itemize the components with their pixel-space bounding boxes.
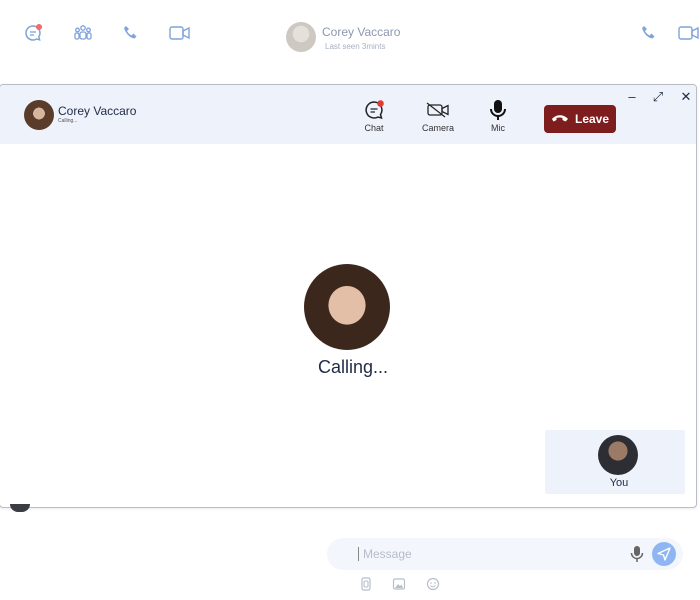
call-window: Corey Vaccaro Calling... Chat Camera Mic [0, 84, 697, 508]
send-button[interactable] [652, 542, 676, 566]
chat-icon [349, 99, 399, 121]
chat-button[interactable]: Chat [349, 99, 399, 133]
callee-avatar [304, 264, 390, 350]
app-root: Corey Vaccaro Last seen 3mints Corey Vac… [0, 0, 700, 600]
mic-label: Mic [491, 123, 505, 133]
self-video-tile[interactable]: You [545, 430, 685, 494]
people-icon[interactable] [72, 22, 94, 44]
self-label: You [609, 477, 629, 489]
leave-label: Leave [574, 112, 610, 126]
caller-status: Calling... [58, 118, 78, 124]
send-icon [657, 547, 671, 561]
caller-avatar [24, 100, 54, 130]
camera-off-icon [413, 99, 463, 121]
camera-button[interactable]: Camera [413, 99, 463, 133]
text-caret [358, 547, 359, 561]
mic-button[interactable]: Mic [473, 99, 523, 133]
expand-button[interactable]: ⤢ [650, 89, 666, 105]
video-icon[interactable] [168, 22, 192, 44]
close-button[interactable]: ✕ [678, 89, 694, 105]
background-chat-header: Corey Vaccaro Last seen 3mints [0, 0, 700, 70]
calling-status-text: Calling... [317, 357, 389, 377]
background-contact-name: Corey Vaccaro [322, 25, 401, 39]
background-avatar-peek [10, 504, 30, 512]
minimize-button[interactable]: – [624, 89, 640, 105]
background-contact-status: Last seen 3mints [325, 42, 386, 51]
chat-label: Chat [364, 123, 384, 133]
self-avatar [598, 435, 638, 475]
background-contact-avatar [286, 22, 316, 52]
call-header: Corey Vaccaro Calling... Chat Camera Mic [0, 85, 696, 144]
header-video-icon[interactable] [678, 22, 700, 44]
emoji-icon[interactable] [425, 576, 441, 592]
voice-message-icon[interactable] [627, 544, 647, 564]
message-input[interactable] [363, 546, 613, 562]
image-icon[interactable] [391, 576, 407, 592]
hang-up-icon [551, 112, 569, 126]
mic-icon [473, 99, 523, 121]
camera-label: Camera [421, 123, 454, 133]
header-phone-icon[interactable] [638, 22, 660, 44]
phone-icon[interactable] [120, 22, 142, 44]
chat-icon[interactable] [22, 22, 44, 44]
message-composer [327, 538, 683, 570]
caller-name: Corey Vaccaro [58, 104, 137, 118]
attach-file-icon[interactable] [358, 576, 374, 592]
leave-button[interactable]: Leave [544, 105, 616, 133]
